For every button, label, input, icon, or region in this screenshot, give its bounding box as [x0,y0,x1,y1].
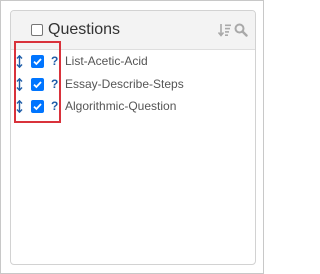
sort-ascending-icon[interactable] [217,23,232,42]
help-icon[interactable]: ? [51,54,58,69]
question-row[interactable]: ? Essay-Describe-Steps [11,76,255,95]
question-row[interactable]: ? Algorithmic-Question [11,98,255,117]
select-all-checkbox[interactable] [31,24,43,36]
drag-handle-icon[interactable] [16,77,23,96]
question-label: List-Acetic-Acid [65,54,148,68]
question-checkbox[interactable] [31,100,44,113]
drag-handle-icon[interactable] [16,54,23,73]
panel-title: Questions [48,21,121,38]
question-label: Essay-Describe-Steps [65,77,184,91]
question-label: Algorithmic-Question [65,99,177,113]
question-checkbox[interactable] [31,55,44,68]
panel-header: Questions [11,11,255,50]
drag-handle-icon[interactable] [16,99,23,118]
question-checkbox[interactable] [31,78,44,91]
question-row[interactable]: ? List-Acetic-Acid [11,53,255,72]
help-icon[interactable]: ? [51,77,58,92]
search-icon[interactable] [234,23,248,42]
questions-panel: Questions ? List-Acetic-Acid ? Essay-Des… [10,10,256,265]
window-frame: Questions ? List-Acetic-Acid ? Essay-Des… [0,0,264,274]
help-icon[interactable]: ? [51,99,58,114]
